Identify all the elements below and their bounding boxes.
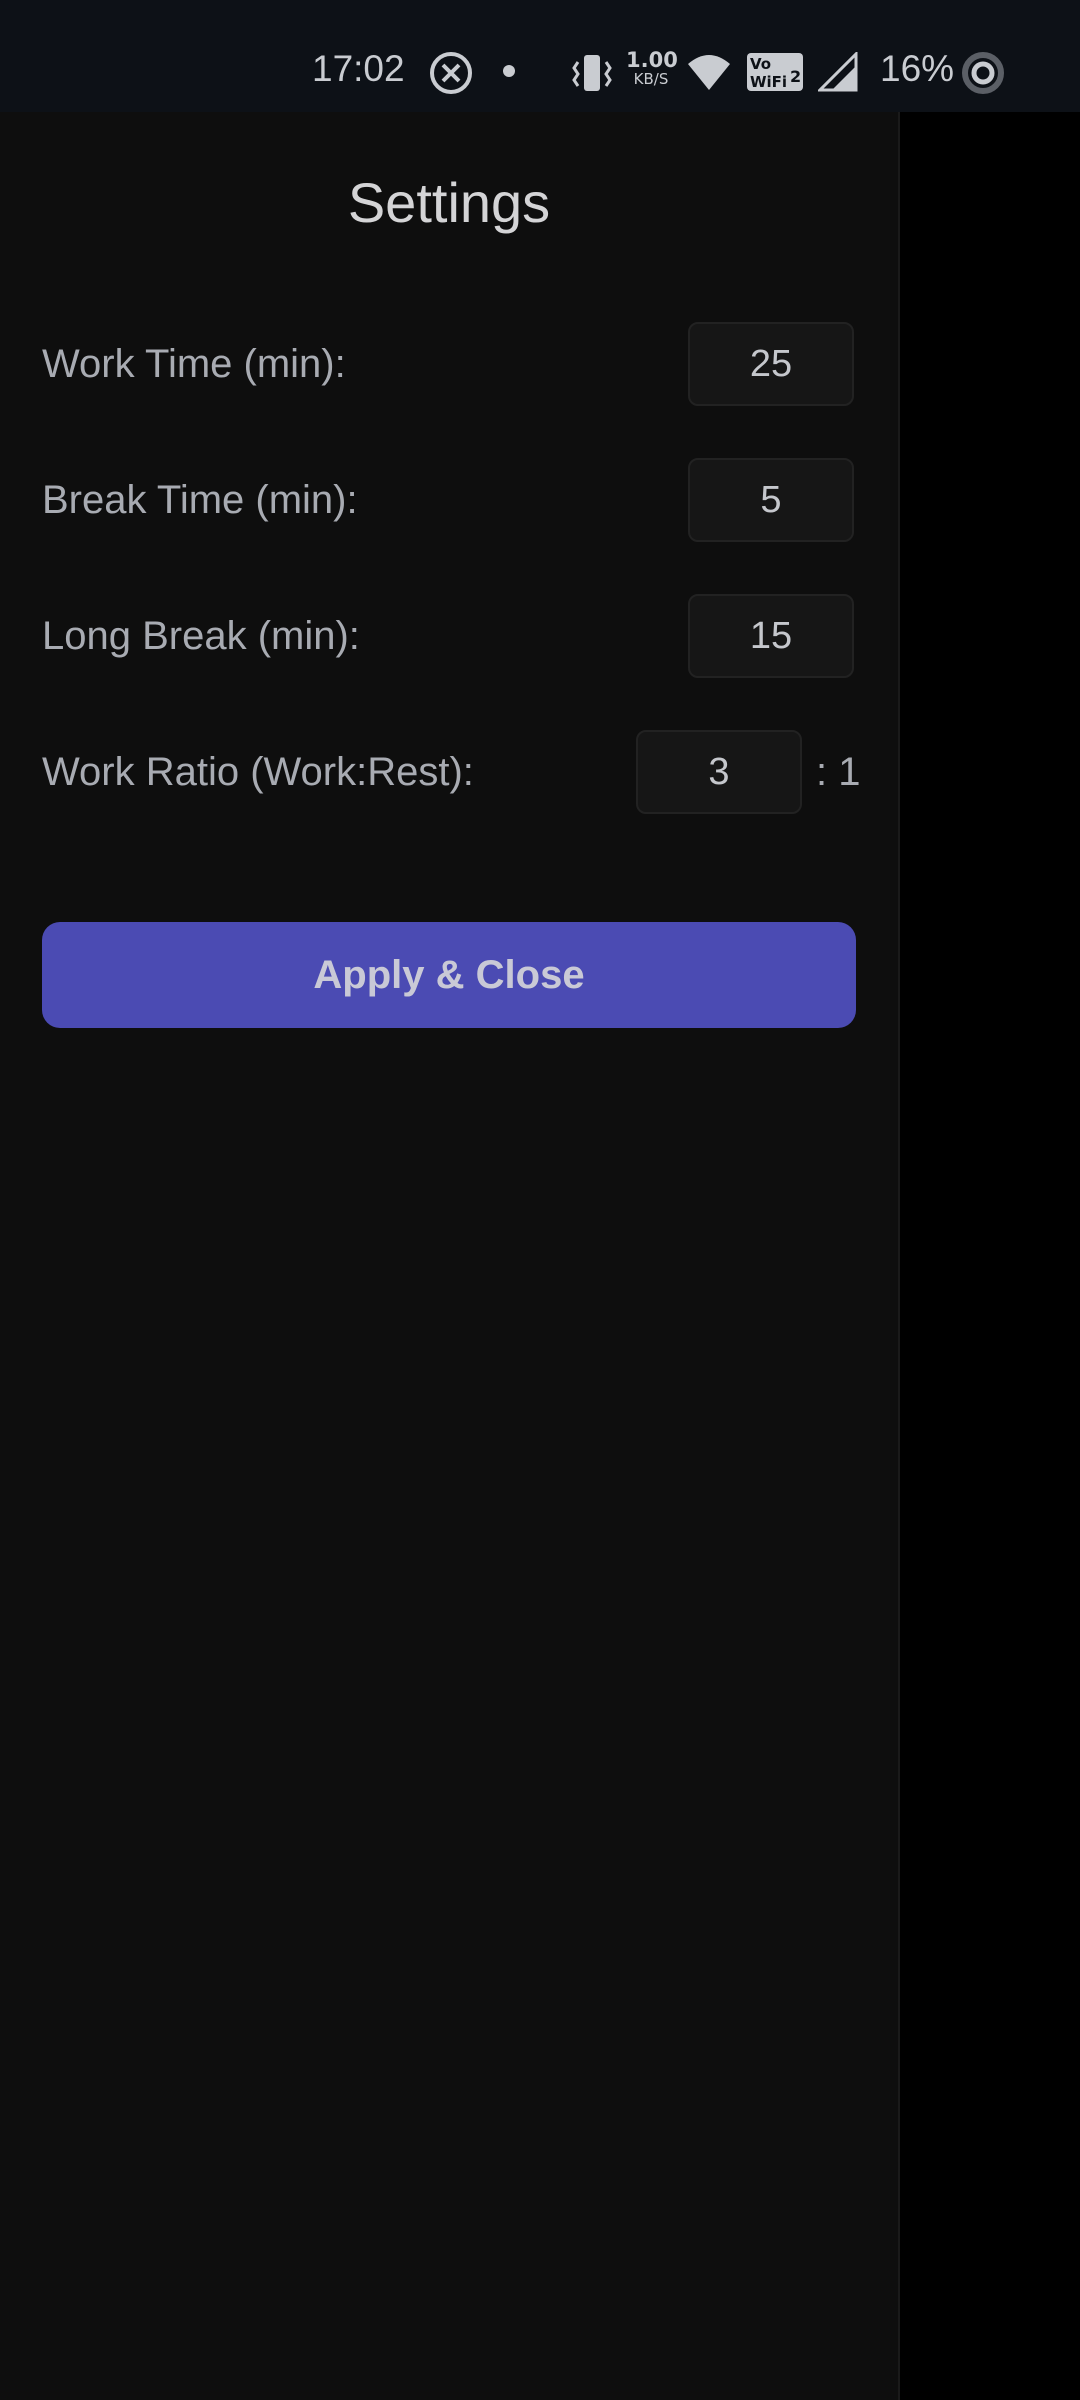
work-ratio-input[interactable]: 3 bbox=[636, 730, 802, 814]
signal-icon bbox=[818, 52, 858, 92]
vowifi-icon: Vo WiFi 2 bbox=[747, 53, 803, 91]
break-time-input[interactable]: 5 bbox=[688, 458, 854, 542]
apply-close-button[interactable]: Apply & Close bbox=[42, 922, 856, 1028]
work-ratio-suffix: : 1 bbox=[816, 750, 861, 794]
network-speed-value: 1.00 bbox=[626, 48, 678, 72]
settings-drawer: Settings Work Time (min): 25 Break Time … bbox=[0, 112, 898, 2400]
work-ratio-label: Work Ratio (Work:Rest): bbox=[42, 750, 474, 794]
break-time-label: Break Time (min): bbox=[42, 478, 358, 522]
battery-percent: 16% bbox=[880, 48, 955, 89]
svg-text:Vo: Vo bbox=[750, 55, 771, 73]
long-break-label: Long Break (min): bbox=[42, 614, 360, 658]
wifi-icon bbox=[688, 55, 730, 90]
work-time-input[interactable]: 25 bbox=[688, 322, 854, 406]
no-sim-icon bbox=[430, 52, 472, 94]
work-time-label: Work Time (min): bbox=[42, 342, 346, 386]
long-break-input[interactable]: 15 bbox=[688, 594, 854, 678]
network-speed: 1.00 KB/S bbox=[626, 48, 678, 88]
scrim-overlay[interactable] bbox=[900, 112, 1080, 2400]
page-title: Settings bbox=[347, 171, 551, 234]
status-time: 17:02 bbox=[312, 48, 405, 89]
network-speed-unit: KB/S bbox=[633, 70, 669, 88]
svg-text:WiFi: WiFi bbox=[750, 73, 787, 91]
status-bar: 17:02 1.00 KB/S Vo WiFi 2 16% bbox=[0, 0, 1080, 112]
svg-text:2: 2 bbox=[790, 67, 801, 86]
battery-ring-icon bbox=[962, 52, 1004, 94]
vibrate-icon bbox=[572, 55, 612, 91]
screen: 17:02 1.00 KB/S Vo WiFi 2 16% Settings W… bbox=[0, 0, 1080, 2400]
dot-icon bbox=[503, 65, 515, 77]
